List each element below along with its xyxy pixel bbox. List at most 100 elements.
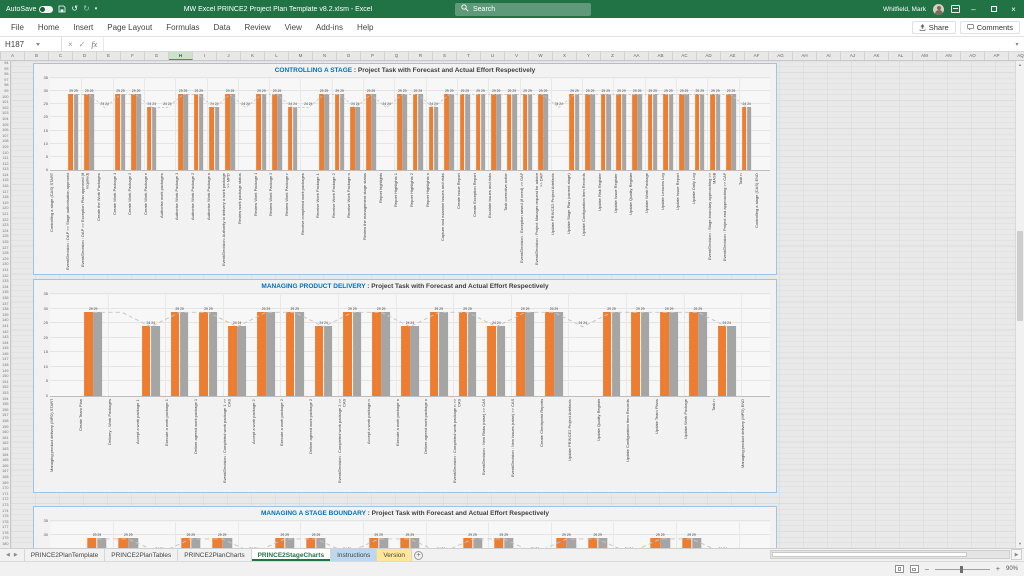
name-box[interactable]: H187	[0, 37, 62, 51]
ribbon-tab-insert[interactable]: Insert	[66, 18, 100, 37]
redo-icon[interactable]: ↻	[83, 5, 90, 13]
comments-button[interactable]: Comments	[960, 21, 1020, 34]
vertical-scrollbar[interactable]: ▲ ▼	[1015, 61, 1024, 548]
column-header-q[interactable]: Q	[385, 52, 409, 60]
zoom-slider[interactable]	[935, 569, 990, 570]
zoom-out-icon[interactable]: –	[925, 566, 929, 573]
spreadsheet-grid[interactable]: 9495969798991001011021031041051061071081…	[0, 61, 1024, 548]
column-header-t[interactable]: T	[457, 52, 481, 60]
column-header-ac[interactable]: AC	[673, 52, 697, 60]
zoom-slider-thumb[interactable]	[960, 566, 963, 573]
column-header-ad[interactable]: AD	[697, 52, 721, 60]
column-header-v[interactable]: V	[505, 52, 529, 60]
column-header-z[interactable]: Z	[601, 52, 625, 60]
formula-bar-expand-icon[interactable]: ▾	[1010, 37, 1024, 51]
column-header-h[interactable]: H	[169, 52, 193, 60]
ribbon-tab-review[interactable]: Review	[237, 18, 277, 37]
qat-customize-icon[interactable]: ▾	[95, 5, 98, 13]
column-header-u[interactable]: U	[481, 52, 505, 60]
insert-function-icon[interactable]: fx	[91, 40, 97, 49]
column-header-s[interactable]: S	[433, 52, 457, 60]
restore-icon[interactable]	[987, 0, 1000, 18]
column-header-aa[interactable]: AA	[625, 52, 649, 60]
cancel-icon[interactable]: ×	[68, 40, 73, 49]
ribbon-tab-page-layout[interactable]: Page Layout	[100, 18, 159, 37]
ribbon-tab-add-ins[interactable]: Add-ins	[309, 18, 350, 37]
column-header-b[interactable]: B	[25, 52, 49, 60]
row-header-180[interactable]: 180	[0, 542, 10, 548]
minimize-icon[interactable]: –	[967, 0, 980, 18]
share-button[interactable]: Share	[912, 21, 956, 34]
chart-managing-product-delivery[interactable]: MANAGING PRODUCT DELIVERY : Project Task…	[33, 279, 777, 493]
column-header-al[interactable]: AL	[889, 52, 913, 60]
ribbon-tab-file[interactable]: File	[4, 18, 31, 37]
column-header-am[interactable]: AM	[913, 52, 937, 60]
zoom-in-icon[interactable]: +	[996, 566, 1000, 573]
column-header-l[interactable]: L	[265, 52, 289, 60]
horizontal-scrollbar[interactable]	[770, 550, 1010, 559]
horizontal-scroll-thumb[interactable]	[772, 552, 967, 557]
column-header-af[interactable]: AF	[745, 52, 769, 60]
search-box[interactable]: Search	[455, 3, 591, 16]
ribbon-tab-help[interactable]: Help	[350, 18, 380, 37]
ribbon-tab-formulas[interactable]: Formulas	[159, 18, 206, 37]
ribbon-tab-data[interactable]: Data	[207, 18, 238, 37]
column-header-ai[interactable]: AI	[817, 52, 841, 60]
column-header-aj[interactable]: AJ	[841, 52, 865, 60]
formula-input[interactable]	[104, 37, 1010, 51]
column-header-ab[interactable]: AB	[649, 52, 673, 60]
sheet-tab-prince2stagecharts[interactable]: PRINCE2StageCharts	[252, 549, 331, 561]
page-break-view-icon[interactable]	[910, 565, 919, 573]
column-header-ak[interactable]: AK	[865, 52, 889, 60]
sheet-nav-left-icon[interactable]: ◀	[6, 552, 10, 558]
ribbon-tab-view[interactable]: View	[278, 18, 309, 37]
column-header-p[interactable]: P	[361, 52, 385, 60]
column-header-ae[interactable]: AE	[721, 52, 745, 60]
user-avatar[interactable]	[933, 4, 944, 15]
scroll-right-icon[interactable]: ▶	[1011, 549, 1022, 560]
scroll-down-icon[interactable]: ▼	[1016, 540, 1024, 548]
autosave-toggle[interactable]: AutoSave	[6, 6, 53, 13]
column-header-i[interactable]: I	[193, 52, 217, 60]
column-header-x[interactable]: X	[553, 52, 577, 60]
scroll-up-icon[interactable]: ▲	[1016, 61, 1024, 69]
column-header-w[interactable]: W	[529, 52, 553, 60]
ribbon-tab-home[interactable]: Home	[31, 18, 66, 37]
save-icon[interactable]	[58, 5, 66, 13]
column-header-o[interactable]: O	[337, 52, 361, 60]
column-header-ao[interactable]: AO	[961, 52, 985, 60]
name-box-dropdown-icon[interactable]	[36, 43, 40, 46]
chart-controlling-a-stage[interactable]: CONTROLLING A STAGE : Project Task with …	[33, 63, 777, 275]
column-header-ap[interactable]: AP	[985, 52, 1009, 60]
page-layout-view-icon[interactable]	[895, 565, 904, 573]
column-header-j[interactable]: J	[217, 52, 241, 60]
column-header-a[interactable]: A	[1, 52, 25, 60]
column-header-m[interactable]: M	[289, 52, 313, 60]
sheet-tab-prince2plancharts[interactable]: PRINCE2PlanCharts	[178, 549, 251, 561]
sheet-tab-instructions[interactable]: Instructions	[331, 549, 377, 561]
column-header-aq[interactable]: AQ	[1009, 52, 1024, 60]
undo-icon[interactable]: ↺	[71, 5, 78, 13]
close-icon[interactable]: ×	[1007, 0, 1020, 18]
column-header-n[interactable]: N	[313, 52, 337, 60]
column-header-c[interactable]: C	[49, 52, 73, 60]
column-header-f[interactable]: F	[121, 52, 145, 60]
select-all-corner[interactable]	[0, 52, 1, 60]
sheet-tab-version[interactable]: Version	[377, 549, 412, 561]
vertical-scroll-thumb[interactable]	[1017, 231, 1023, 321]
column-header-r[interactable]: R	[409, 52, 433, 60]
column-header-d[interactable]: D	[73, 52, 97, 60]
sheet-tab-prince2plantemplate[interactable]: PRINCE2PlanTemplate	[24, 549, 106, 561]
sheet-nav-right-icon[interactable]: ▶	[14, 552, 18, 558]
ribbon-display-options-icon[interactable]	[951, 5, 960, 13]
column-header-ag[interactable]: AG	[769, 52, 793, 60]
enter-icon[interactable]: ✓	[79, 40, 86, 49]
column-header-ah[interactable]: AH	[793, 52, 817, 60]
column-header-y[interactable]: Y	[577, 52, 601, 60]
column-header-e[interactable]: E	[97, 52, 121, 60]
sheet-tab-prince2plantables[interactable]: PRINCE2PlanTables	[105, 549, 178, 561]
column-header-an[interactable]: AN	[937, 52, 961, 60]
chart-managing-a-stage-boundary[interactable]: MANAGING A STAGE BOUNDARY : Project Task…	[33, 506, 777, 548]
column-header-k[interactable]: K	[241, 52, 265, 60]
new-sheet-button[interactable]: +	[412, 549, 425, 561]
